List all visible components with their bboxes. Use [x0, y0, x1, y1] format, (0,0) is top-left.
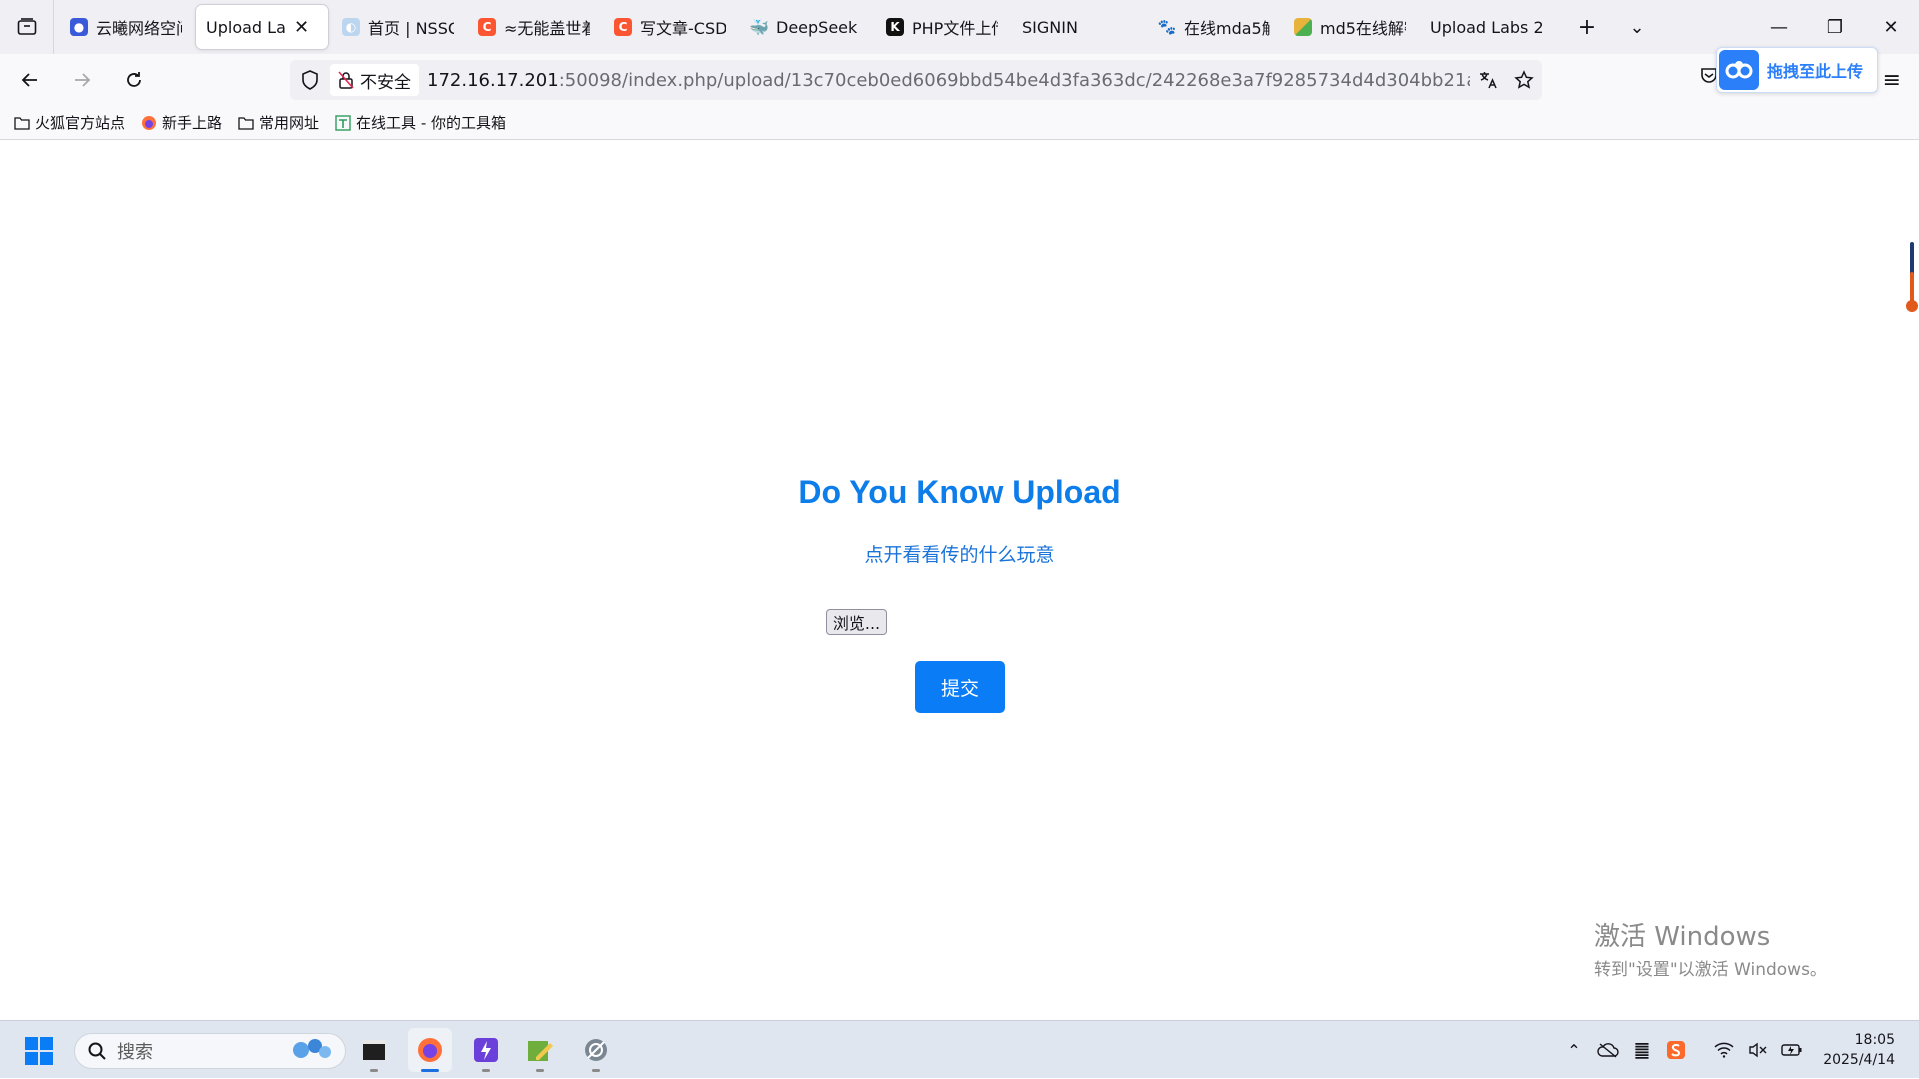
back-button[interactable] — [8, 58, 52, 102]
target-app-icon — [585, 1039, 607, 1061]
tracking-shield-icon[interactable] — [290, 70, 330, 90]
onedrive-offline-icon[interactable] — [1591, 1042, 1625, 1058]
input-method-icon[interactable]: ䷀ — [1625, 1040, 1659, 1061]
taskbar-app-editor[interactable] — [518, 1028, 562, 1072]
k-icon: K — [886, 18, 904, 36]
baidu-icon: 🐾 — [1157, 18, 1177, 36]
chevron-up-icon[interactable]: ⌃ — [1557, 1041, 1591, 1060]
terminal-icon — [363, 1040, 385, 1060]
tab-upload-labs-active[interactable]: Upload Labs 2 ✕ — [196, 5, 328, 49]
taskbar-app-terminal[interactable] — [352, 1028, 396, 1072]
tab-csdn-2[interactable]: C 写文章-CSDN — [604, 5, 736, 49]
window-close-icon[interactable]: ✕ — [1863, 0, 1919, 54]
url-text[interactable]: 172.16.17.201:50098/index.php/upload/13c… — [427, 70, 1470, 91]
hamburger-menu-icon[interactable]: ≡ — [1883, 68, 1901, 93]
navigation-bar: 不安全 172.16.17.201:50098/index.php/upload… — [0, 47, 1919, 106]
search-highlight-icon — [289, 1036, 333, 1066]
baidu-netdisk-icon — [1719, 50, 1759, 90]
csdn-icon: C — [478, 18, 496, 36]
baidu-drag-upload-widget[interactable]: 拖拽至此上传 — [1716, 47, 1878, 93]
wifi-icon[interactable] — [1707, 1042, 1741, 1058]
firefox-icon — [141, 115, 157, 131]
deepseek-icon: 🐳 — [749, 17, 769, 37]
csdn-icon: C — [614, 18, 632, 36]
firefox-icon — [418, 1038, 442, 1062]
tab-md5-decrypt[interactable]: md5在线解密 — [1284, 5, 1416, 49]
system-tray: ⌃ ䷀ 18:05 2025/4/14 — [1557, 1021, 1919, 1079]
arrow-right-icon — [75, 73, 91, 87]
page-subtitle: 点开看看传的什么玩意 — [864, 544, 1055, 566]
bookmark-online-tools[interactable]: 在线工具 - 你的工具箱 — [335, 112, 506, 133]
search-icon — [88, 1042, 106, 1060]
reload-icon — [127, 72, 141, 87]
chevron-down-icon[interactable]: ⌄ — [1612, 17, 1662, 38]
submit-button[interactable]: 提交 — [915, 661, 1005, 713]
md5-icon — [1294, 18, 1312, 36]
volume-muted-icon[interactable] — [1741, 1042, 1775, 1058]
insecure-lock-icon — [338, 71, 354, 89]
page-content: Do You Know Upload 点开看看传的什么玩意 浏览... 提交 激… — [0, 140, 1919, 1020]
page-title: Do You Know Upload — [798, 474, 1121, 510]
minimize-icon[interactable]: — — [1751, 0, 1807, 54]
close-icon[interactable]: ✕ — [294, 17, 309, 38]
sogou-input-icon[interactable] — [1659, 1040, 1693, 1060]
reload-button[interactable] — [112, 58, 156, 102]
windows-activation-watermark: 激活 Windows 转到"设置"以激活 Windows。 — [1594, 922, 1827, 980]
scroll-thermometer-widget[interactable] — [1905, 242, 1919, 314]
tab-strip: ● 云曦网络空间 Upload Labs 2 ✕ ◐ 首页 | NSSCTF C… — [54, 0, 1556, 54]
tab-list-button[interactable] — [0, 0, 54, 54]
nss-icon: ◐ — [342, 18, 360, 36]
tab-md5-baidu[interactable]: 🐾 在线mda5解 — [1148, 5, 1280, 49]
restore-icon[interactable]: ❐ — [1807, 0, 1863, 54]
windows-taskbar: 搜索 ⌃ ䷀ 18:05 2025/4/14 — [0, 1020, 1919, 1078]
windows-start-icon[interactable] — [24, 1036, 54, 1070]
insecure-connection-badge[interactable]: 不安全 — [330, 64, 419, 96]
tab-yunxi[interactable]: ● 云曦网络空间 — [60, 5, 192, 49]
tab-deepseek[interactable]: 🐳 DeepSeek - — [740, 5, 872, 49]
folder-icon — [238, 116, 254, 130]
tool-icon — [335, 114, 351, 131]
folder-icon — [14, 116, 30, 130]
taskbar-search[interactable]: 搜索 — [74, 1033, 346, 1069]
bookmark-getting-started[interactable]: 新手上路 — [141, 112, 222, 133]
taskbar-clock[interactable]: 18:05 2025/4/14 — [1809, 1030, 1919, 1070]
tab-nssctf[interactable]: ◐ 首页 | NSSCTF — [332, 5, 464, 49]
bookmark-common-sites[interactable]: 常用网址 — [238, 112, 319, 133]
lightning-app-icon — [474, 1038, 498, 1062]
new-tab-icon[interactable]: + — [1562, 15, 1612, 40]
globe-icon: ● — [70, 18, 88, 36]
bookmark-firefox-official[interactable]: 火狐官方站点 — [14, 112, 125, 133]
bookmarks-toolbar: 火狐官方站点 新手上路 常用网址 在线工具 - 你的工具箱 — [0, 106, 1919, 140]
tab-php-upload[interactable]: K PHP文件上传 — [876, 5, 1008, 49]
notepad-app-icon — [528, 1041, 553, 1061]
url-bar[interactable]: 不安全 172.16.17.201:50098/index.php/upload… — [290, 60, 1542, 100]
tab-upload-labs-2[interactable]: Upload Labs 2 — [1420, 5, 1552, 49]
tab-csdn-1[interactable]: C ≈无能盖世着 — [468, 5, 600, 49]
tabs-icon — [17, 18, 36, 35]
forward-button[interactable] — [60, 58, 104, 102]
taskbar-app-visual-studio[interactable] — [464, 1028, 508, 1072]
arrow-left-icon — [21, 73, 37, 87]
tab-bar: ● 云曦网络空间 Upload Labs 2 ✕ ◐ 首页 | NSSCTF C… — [0, 0, 1919, 54]
translate-icon[interactable] — [1470, 70, 1506, 90]
taskbar-app-firefox[interactable] — [408, 1028, 452, 1072]
tab-signin[interactable]: SIGNIN — [1012, 5, 1144, 49]
taskbar-app-burp[interactable] — [574, 1028, 618, 1072]
battery-charging-icon[interactable] — [1775, 1043, 1809, 1057]
bookmark-star-icon[interactable] — [1506, 70, 1542, 90]
file-browse-button[interactable]: 浏览... — [826, 609, 887, 635]
